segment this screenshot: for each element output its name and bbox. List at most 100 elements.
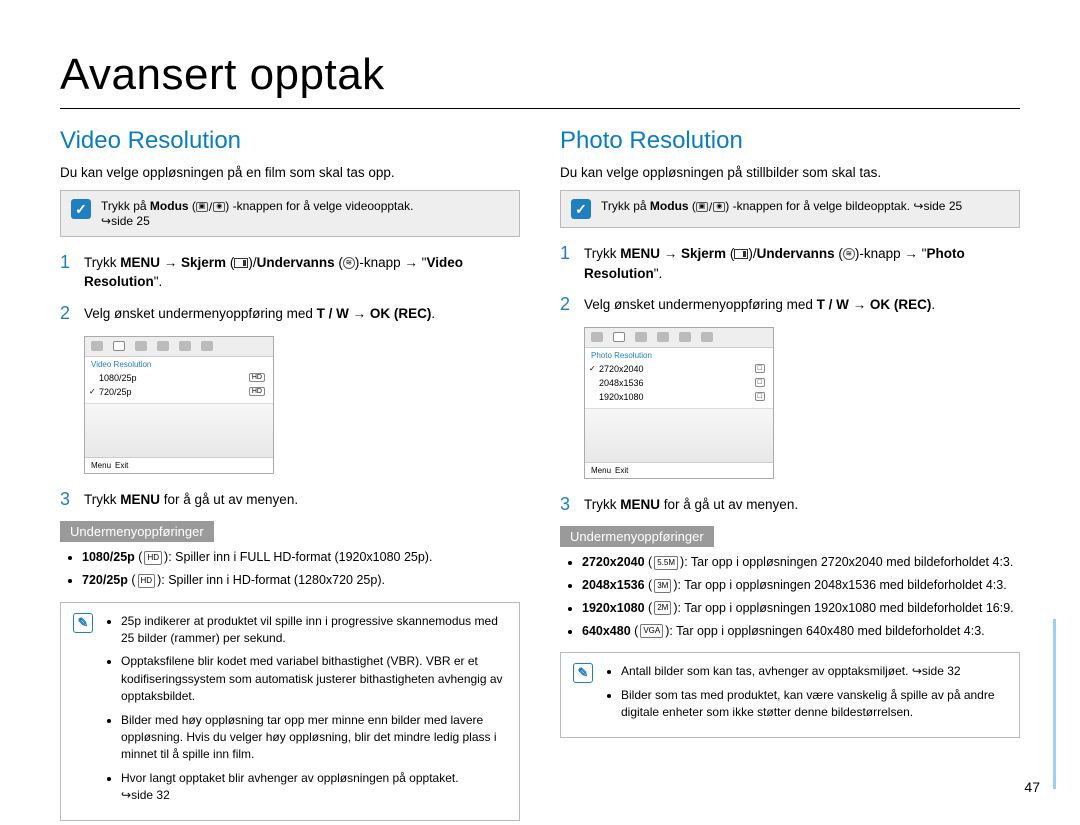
video-resolution-heading: Video Resolution — [60, 127, 520, 155]
step-number-3: 3 — [60, 490, 74, 510]
pencil-icon: ✎ — [73, 613, 93, 633]
photo-mode-icon: ◉ — [213, 202, 225, 212]
video-submenu-list: 1080/25p (HD): Spiller inn i FULL HD-for… — [60, 548, 520, 590]
tab-icon — [135, 341, 147, 351]
video-tip-box: ✓ Trykk på Modus (▣/◉) -knappen for å ve… — [60, 190, 520, 237]
photo-notes-box: ✎ Antall bilder som kan tas, avhenger av… — [560, 652, 1020, 738]
tab-icon-active — [113, 341, 125, 351]
photo-step-1: 1 Trykk MENU → Skjerm ()/Undervanns (≋)-… — [560, 244, 1020, 283]
list-item: 720/25p (HD): Spiller inn i HD-format (1… — [82, 571, 520, 590]
list-item: 1080/25pHD — [85, 371, 273, 385]
list-item: 2720x2040□ — [585, 362, 773, 376]
menu-badge-icon: Menu — [91, 461, 111, 470]
photo-step-3: 3 Trykk MENU for å gå ut av menyen. — [560, 495, 1020, 515]
submenu-heading: Undermenyoppføringer — [560, 526, 714, 547]
tab-icon — [701, 332, 713, 342]
photo-step-2: 2 Velg ønsket undermenyoppføring med T /… — [560, 295, 1020, 315]
video-menu-screenshot: Video Resolution 1080/25pHD 720/25pHD Me… — [84, 336, 274, 474]
list-item: 2048x1536□ — [585, 376, 773, 390]
video-mode-icon: ▣ — [696, 202, 708, 212]
submenu-heading: Undermenyoppføringer — [60, 521, 214, 542]
mode-icons: ▣/◉ — [696, 200, 725, 214]
photo-tip-box: ✓ Trykk på Modus (▣/◉) -knappen for å ve… — [560, 190, 1020, 228]
resolution-icon: 3M — [654, 579, 671, 593]
res-badge-icon: □ — [755, 378, 765, 387]
video-lead: Du kan velge oppløsningen på en film som… — [60, 165, 520, 180]
display-icon — [734, 249, 748, 259]
list-item: 1080/25p (HD): Spiller inn i FULL HD-for… — [82, 548, 520, 567]
screenshot-topbar — [85, 337, 273, 357]
list-item: Bilder som tas med produktet, kan være v… — [621, 687, 1007, 722]
photo-submenu-list: 2720x2040 (5.5M): Tar opp i oppløsningen… — [560, 553, 1020, 640]
check-icon: ✓ — [571, 199, 591, 219]
list-item: 2720x2040 (5.5M): Tar opp i oppløsningen… — [582, 553, 1020, 572]
res-badge-icon: □ — [755, 392, 765, 401]
list-item: Antall bilder som kan tas, avhenger av o… — [621, 663, 1007, 680]
screenshot-title: Video Resolution — [85, 357, 273, 371]
step-number-3: 3 — [560, 495, 574, 515]
tab-icon — [91, 341, 103, 351]
tab-icon — [591, 332, 603, 342]
screenshot-footer: MenuExit — [85, 457, 273, 473]
display-icon — [234, 258, 248, 268]
resolution-icon: HD — [138, 574, 156, 588]
screenshot-preview — [585, 408, 773, 462]
video-tip-text: Trykk på Modus (▣/◉) -knappen for å velg… — [101, 199, 413, 228]
tab-icon — [179, 341, 191, 351]
hd-badge-icon: HD — [249, 373, 265, 382]
video-notes-list: 25p indikerer at produktet vil spille in… — [103, 613, 507, 811]
photo-tip-text: Trykk på Modus (▣/◉) -knappen for å velg… — [601, 199, 962, 214]
video-step-3: 3 Trykk MENU for å gå ut av menyen. — [60, 490, 520, 510]
two-column-layout: Video Resolution Du kan velge oppløsning… — [60, 127, 1020, 821]
res-badge-icon: □ — [755, 364, 765, 373]
underwater-icon: ≋ — [843, 248, 855, 260]
photo-notes-list: Antall bilder som kan tas, avhenger av o… — [603, 663, 1007, 727]
left-column: Video Resolution Du kan velge oppløsning… — [60, 127, 520, 821]
resolution-icon: 2M — [654, 601, 671, 615]
tab-icon-active — [613, 332, 625, 342]
list-item: 25p indikerer at produktet vil spille in… — [121, 613, 507, 648]
step-number-1: 1 — [560, 244, 574, 283]
mode-icons: ▣/◉ — [196, 200, 225, 214]
list-item: Hvor langt opptaket blir avhenger av opp… — [121, 770, 507, 805]
tab-icon — [157, 341, 169, 351]
list-item: 2048x1536 (3M): Tar opp i oppløsningen 2… — [582, 576, 1020, 595]
screenshot-topbar — [585, 328, 773, 348]
video-notes-box: ✎ 25p indikerer at produktet vil spille … — [60, 602, 520, 822]
menu-badge-icon: Menu — [591, 466, 611, 475]
manual-page: Avansert opptak Video Resolution Du kan … — [0, 0, 1080, 825]
check-icon: ✓ — [71, 199, 91, 219]
list-item: 1920x1080□ — [585, 390, 773, 404]
resolution-icon: 5.5M — [654, 556, 678, 570]
pencil-icon: ✎ — [573, 663, 593, 683]
page-number: 47 — [1024, 779, 1040, 795]
tab-icon — [635, 332, 647, 342]
tab-icon — [679, 332, 691, 342]
resolution-icon: HD — [144, 551, 162, 565]
resolution-icon: VGA — [640, 624, 663, 638]
list-item: Opptaksfilene blir kodet med variabel bi… — [121, 653, 507, 705]
photo-menu-screenshot: Photo Resolution 2720x2040□ 2048x1536□ 1… — [584, 327, 774, 479]
video-mode-icon: ▣ — [196, 202, 208, 212]
screenshot-title: Photo Resolution — [585, 348, 773, 362]
tab-icon — [201, 341, 213, 351]
hd-badge-icon: HD — [249, 387, 265, 396]
photo-lead: Du kan velge oppløsningen på stillbilder… — [560, 165, 1020, 180]
tab-icon — [657, 332, 669, 342]
underwater-icon: ≋ — [343, 257, 355, 269]
photo-mode-icon: ◉ — [713, 202, 725, 212]
screenshot-footer: MenuExit — [585, 462, 773, 478]
list-item: 1920x1080 (2M): Tar opp i oppløsningen 1… — [582, 599, 1020, 618]
step-number-2: 2 — [60, 304, 74, 324]
page-title: Avansert opptak — [60, 50, 1020, 100]
step-number-1: 1 — [60, 253, 74, 292]
video-step-2: 2 Velg ønsket undermenyoppføring med T /… — [60, 304, 520, 324]
title-rule — [60, 108, 1020, 109]
photo-resolution-heading: Photo Resolution — [560, 127, 1020, 155]
list-item: 720/25pHD — [85, 385, 273, 399]
video-step-1: 1 Trykk MENU → Skjerm ()/Undervanns (≋)-… — [60, 253, 520, 292]
list-item: Bilder med høy oppløsning tar opp mer mi… — [121, 712, 507, 764]
screenshot-preview — [85, 403, 273, 457]
list-item: 640x480 (VGA): Tar opp i oppløsningen 64… — [582, 622, 1020, 641]
step-number-2: 2 — [560, 295, 574, 315]
